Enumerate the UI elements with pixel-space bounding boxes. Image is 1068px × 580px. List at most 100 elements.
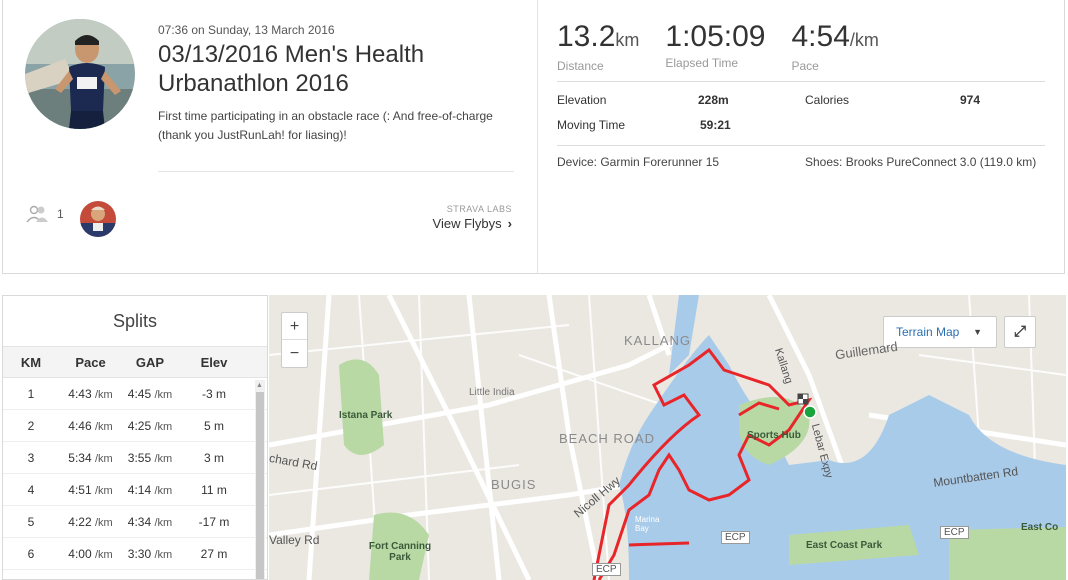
activity-description: First time participating in an obstacle … <box>158 109 493 142</box>
split-row[interactable]: 6 4:00 /km 3:30 /km 27 m <box>3 538 267 570</box>
split-pace: 4:46 /km <box>59 419 122 433</box>
scroll-up-arrow-icon[interactable]: ▲ <box>256 381 263 390</box>
split-gap: 3:30 /km <box>122 547 178 561</box>
calories-label: Calories <box>805 93 850 107</box>
split-gap: 4:34 /km <box>122 515 178 529</box>
split-gap: 4:14 /km <box>122 483 178 497</box>
col-pace: Pace <box>75 354 106 370</box>
chevron-right-icon: › <box>507 216 512 231</box>
split-gap-value: 4:45 <box>127 386 152 401</box>
scroll-thumb[interactable] <box>256 392 264 579</box>
split-km: 1 <box>27 386 35 401</box>
map-label-east-coast-cut: East Co <box>1021 522 1059 533</box>
pace-value: 4:54 <box>791 20 850 53</box>
split-gap-unit: /km <box>154 516 173 529</box>
kudos-athlete-avatar[interactable] <box>80 201 116 237</box>
split-gap-value: 3:30 <box>127 546 152 561</box>
split-gap-unit: /km <box>154 420 173 433</box>
split-pace-value: 4:51 <box>68 482 92 497</box>
kudos-icon <box>26 205 48 223</box>
split-elev: 3 m <box>203 450 224 465</box>
split-gap-value: 4:25 <box>127 418 152 433</box>
distance-label: Distance <box>557 59 604 73</box>
activity-card: 07:36 on Sunday, 13 March 2016 03/13/201… <box>2 0 1065 274</box>
split-row[interactable]: 2 4:46 /km 4:25 /km 5 m <box>3 410 267 442</box>
split-row[interactable]: 1 4:43 /km 4:45 /km -3 m <box>3 378 267 410</box>
splits-body: 1 4:43 /km 4:45 /km -3 m 2 4:46 /km 4:25 /km 5 … <box>3 378 267 570</box>
split-pace: 4:43 /km <box>59 387 122 401</box>
zoom-out-button[interactable]: − <box>282 340 307 367</box>
split-gap: 3:55 /km <box>122 451 178 465</box>
map-label-ecp-3: ECP <box>940 526 969 539</box>
view-flybys-link[interactable]: View Flybys › <box>433 216 512 231</box>
split-gap: 4:45 /km <box>122 387 178 401</box>
split-gap-value: 4:14 <box>127 482 152 497</box>
split-elev: 5 m <box>203 418 224 433</box>
stat-distance: 13.2km Distance <box>557 20 639 73</box>
split-elev: 27 m <box>200 546 228 561</box>
elevation-label: Elevation <box>557 93 607 107</box>
flybys-link-group[interactable]: STRAVA LABS View Flybys › <box>433 204 512 231</box>
fullscreen-button[interactable]: ⤢ <box>1004 316 1036 348</box>
strava-labs-label: STRAVA LABS <box>446 204 512 214</box>
distance-value: 13.2 <box>557 20 616 53</box>
shoes-info: Shoes: Brooks PureConnect 3.0 (119.0 km) <box>805 155 1037 169</box>
device-info: Device: Garmin Forerunner 15 <box>557 155 720 169</box>
map-label-beach-road: BEACH ROAD <box>559 431 655 446</box>
activity-title[interactable]: 03/13/2016 Men's Health Urbanathlon 2016 <box>158 40 518 98</box>
view-flybys-text: View Flybys <box>432 216 502 231</box>
athlete-avatar[interactable] <box>25 19 135 129</box>
split-elev: 11 m <box>201 482 227 497</box>
pace-unit: /km <box>849 30 879 50</box>
kudos-count: 1 <box>57 207 64 221</box>
split-row[interactable]: 3 5:34 /km 3:55 /km 3 m <box>3 442 267 474</box>
map-type-label: Terrain Map <box>896 325 960 339</box>
map-label-kallang: KALLANG <box>624 333 691 348</box>
map-label-sports-hub: Sports Hub <box>747 430 801 441</box>
map-label-marina-bay: Marina Bay <box>635 515 660 533</box>
split-km: 4 <box>27 482 35 497</box>
kudos-group[interactable]: 1 <box>25 205 64 223</box>
stat-pace: 4:54/km Pace <box>791 20 878 73</box>
card-divider <box>537 0 538 273</box>
splits-panel: Splits KM Pace GAP Elev 1 4:43 /km 4:45 /k… <box>2 295 268 580</box>
pace-label: Pace <box>791 59 819 73</box>
zoom-in-button[interactable]: + <box>282 313 307 340</box>
split-pace: 4:00 /km <box>59 547 122 561</box>
stat-elapsed: 1:05:09 Elapsed Time <box>665 20 765 73</box>
split-gap-unit: /km <box>154 388 173 401</box>
split-gap: 4:25 /km <box>122 419 178 433</box>
split-gap-unit: /km <box>154 484 173 497</box>
split-gap-unit: /km <box>154 548 173 561</box>
splits-title: Splits <box>112 311 157 331</box>
zoom-controls: + − <box>281 312 308 368</box>
moving-time-label: Moving Time <box>557 118 626 132</box>
split-row[interactable]: 5 4:22 /km 4:34 /km -17 m <box>3 506 267 538</box>
map-label-fort-canning: Fort Canning Park <box>368 541 432 563</box>
split-row[interactable]: 4 4:51 /km 4:14 /km 11 m <box>3 474 267 506</box>
distance-unit: km <box>615 30 640 50</box>
split-pace-value: 4:43 <box>68 386 92 401</box>
section-divider <box>158 171 514 172</box>
col-gap: GAP <box>135 354 165 370</box>
stats-divider <box>557 81 1045 82</box>
split-pace: 5:34 /km <box>59 451 122 465</box>
activity-timestamp: 07:36 on Sunday, 13 March 2016 <box>158 23 335 37</box>
splits-scrollbar[interactable]: ▲ <box>255 380 265 579</box>
split-pace-value: 4:00 <box>68 546 92 561</box>
split-pace: 4:22 /km <box>59 515 122 529</box>
moving-time-value: 59:21 <box>700 118 731 132</box>
map-label-little-india: Little India <box>469 387 515 398</box>
col-elev: Elev <box>200 354 228 370</box>
elapsed-value: 1:05:09 <box>665 20 766 53</box>
map-label-ecp-2: ECP <box>592 563 621 576</box>
map-label-valley-rd: Valley Rd <box>269 533 320 547</box>
split-pace-value: 5:34 <box>68 450 92 465</box>
split-pace-value: 4:46 <box>68 418 92 433</box>
split-pace-unit: /km <box>94 388 113 401</box>
map-type-dropdown[interactable]: Terrain Map ▼ <box>883 316 997 348</box>
split-gap-value: 4:34 <box>127 514 152 529</box>
route-map[interactable]: + − Terrain Map ▼ ⤢ KALLANG Guillemard K… <box>269 295 1066 580</box>
split-pace-unit: /km <box>94 548 113 561</box>
elevation-value: 228m <box>698 93 729 107</box>
